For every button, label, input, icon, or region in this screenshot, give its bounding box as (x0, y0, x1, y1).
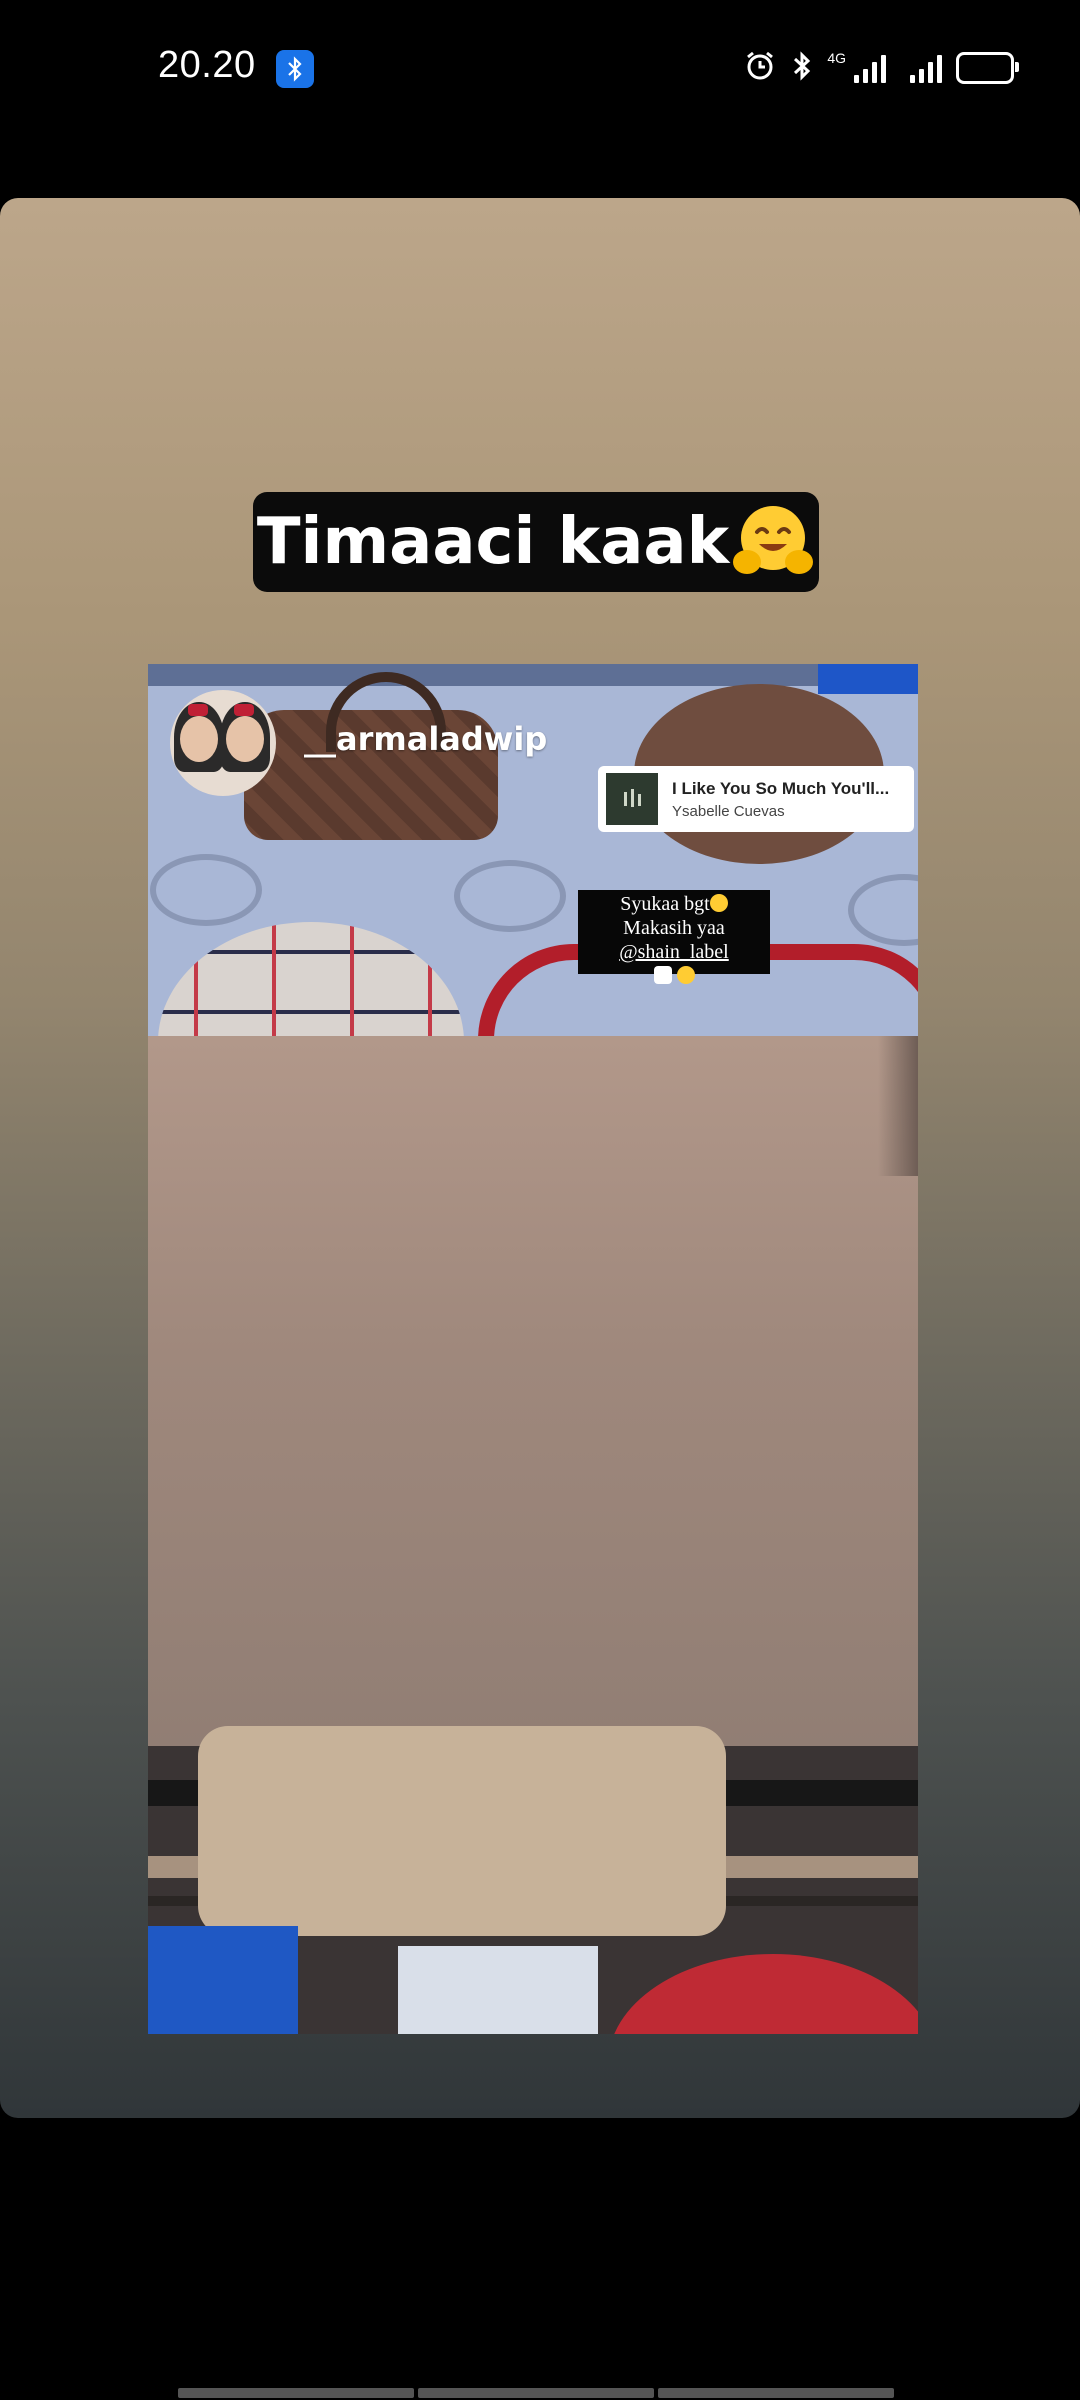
tape-roll (198, 1726, 726, 1936)
crying-laughing-emoji (709, 894, 728, 912)
battery-icon (956, 52, 1019, 84)
hugging-face-emoji (733, 506, 814, 574)
repost-username: __armaladwip (304, 720, 548, 758)
text-line2-prefix: Makasih yaa (623, 917, 725, 939)
status-icons: 4G (743, 46, 1019, 90)
song-title: I Like You So Much You'll... (672, 778, 890, 798)
avatar (170, 690, 276, 796)
reposted-media[interactable]: __armaladwip I Like You So Much You'll..… (148, 664, 918, 2034)
album-art-icon (606, 773, 658, 825)
network-type-label: 4G (827, 50, 846, 66)
bluetooth-notification-icon (276, 50, 314, 88)
story-card[interactable]: Timaaci kaak __armaladwip I Like You So … (0, 198, 1080, 2118)
caption-text: Timaaci kaak (256, 505, 730, 579)
story-text-sticker: Syukaa bgt Makasih yaa @shain_label (578, 890, 770, 984)
story-caption: Timaaci kaak (253, 492, 819, 592)
music-sticker[interactable]: I Like You So Much You'll... Ysabelle Cu… (598, 766, 914, 832)
status-bar: 20.20 4G (0, 0, 1080, 140)
text-line1: Syukaa bgt (620, 893, 710, 915)
progress-segment (418, 2388, 654, 2398)
status-time: 20.20 (158, 44, 256, 86)
bluetooth-icon (791, 50, 813, 87)
white-heart-emoji (653, 966, 672, 984)
story-progress (178, 2388, 894, 2398)
kissing-face-emoji (676, 966, 695, 984)
alarm-icon (743, 49, 777, 88)
progress-segment (658, 2388, 894, 2398)
signal-4g-icon (854, 53, 886, 83)
mention-link[interactable]: @shain_label (619, 941, 729, 963)
progress-segment (178, 2388, 414, 2398)
cardboard-box (148, 1036, 918, 1746)
song-artist: Ysabelle Cuevas (672, 802, 785, 820)
signal-icon (910, 53, 942, 83)
